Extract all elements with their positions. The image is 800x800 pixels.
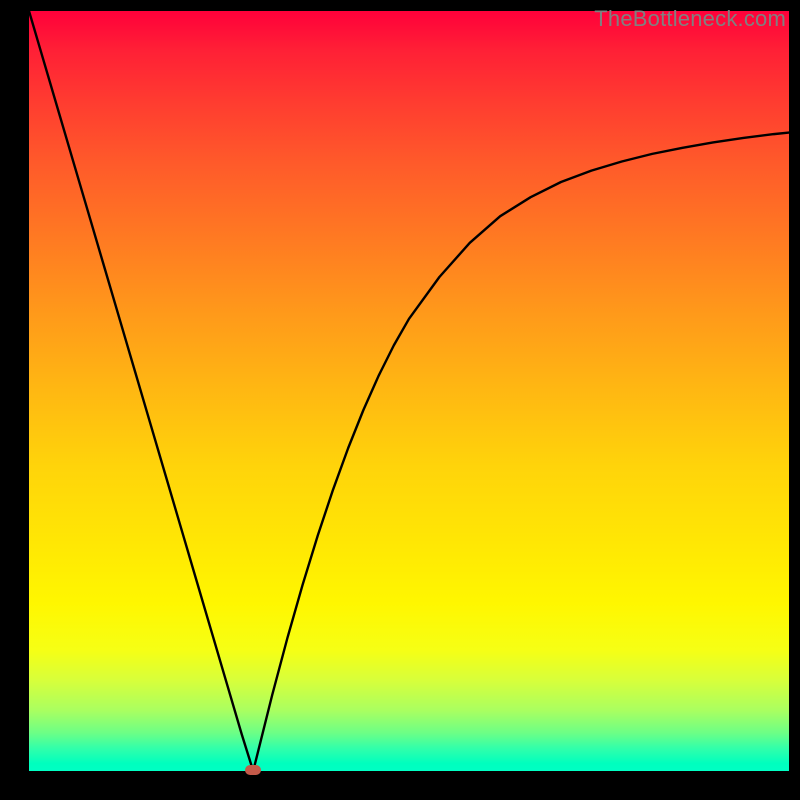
attribution-text: TheBottleneck.com xyxy=(594,6,786,32)
plot-area xyxy=(29,11,789,771)
minimum-marker xyxy=(245,765,261,775)
bottleneck-curve xyxy=(29,11,789,771)
chart-container: TheBottleneck.com xyxy=(0,0,800,800)
